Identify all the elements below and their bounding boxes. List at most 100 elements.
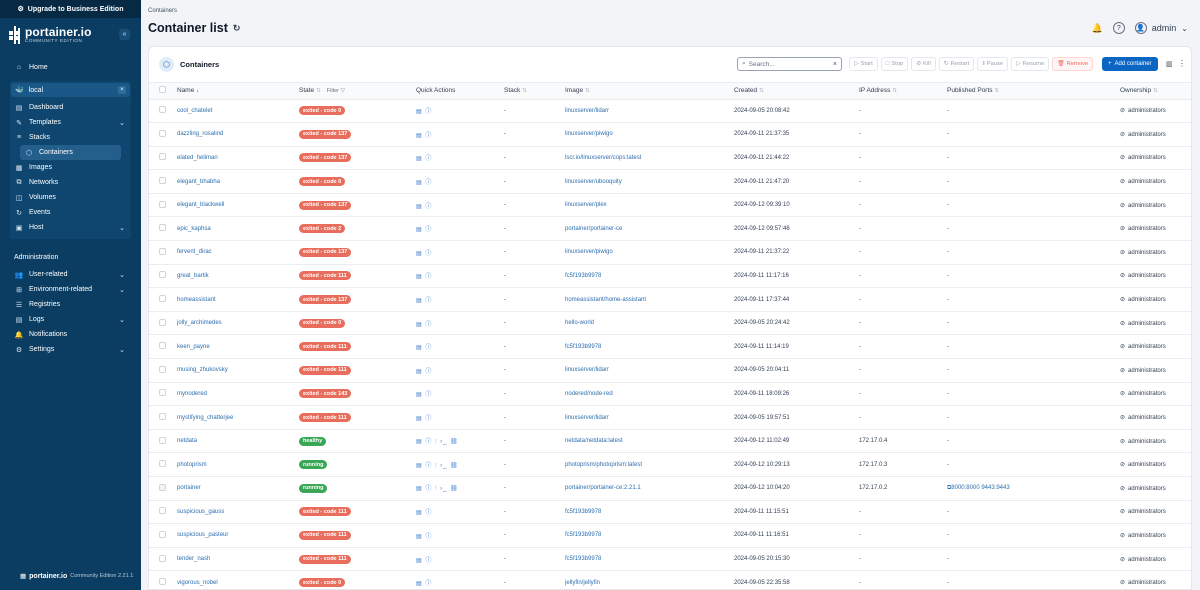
table-row[interactable]: musing_zhukovsky exited - code 111 ▤ ⓘ - lin… (149, 359, 1191, 383)
row-checkbox[interactable] (159, 177, 166, 185)
table-row[interactable]: vigorous_nobel exited - code 0 ▤ ⓘ - jellyfi… (149, 571, 1191, 589)
quick-actions-icons[interactable]: ▤ ⓘ (416, 510, 432, 516)
sidebar-item-networks[interactable]: ⧉ Networks (10, 175, 131, 190)
table-row[interactable]: portainer running ▤ ⓘ ⫶ ›_ ⛓ - portainer/por… (149, 477, 1191, 501)
row-checkbox[interactable] (159, 554, 166, 562)
quick-actions-icons[interactable]: ▤ ⓘ (416, 345, 432, 351)
column-header-name[interactable]: Name ↓ (177, 83, 299, 100)
sidebar-item-templates[interactable]: ✎ Templates ⌄ (10, 115, 131, 130)
table-row[interactable]: mystifying_chatterjee exited - code 111 ▤ … (149, 406, 1191, 430)
sidebar-item-stacks[interactable]: ≡ Stacks (10, 130, 131, 145)
refresh-icon[interactable]: ↻ (233, 23, 241, 34)
table-row[interactable]: keen_payne exited - code 111 ▤ ⓘ - fc5f193b9… (149, 335, 1191, 359)
start-button[interactable]: ▷ Start (849, 57, 878, 71)
collapse-sidebar-icon[interactable]: « (119, 29, 130, 40)
image-link[interactable]: linuxserver/piwigo (565, 131, 613, 137)
quick-actions-icons[interactable]: ▤ ⓘ (416, 322, 432, 328)
table-row[interactable]: tender_nash exited - code 111 ▤ ⓘ - fc5f193b… (149, 547, 1191, 571)
image-link[interactable]: portainer/portainer-ce (565, 226, 622, 232)
container-name-link[interactable]: cool_chatelet (177, 108, 212, 114)
sidebar-item-registries[interactable]: ☰ Registries (0, 297, 141, 312)
breadcrumb[interactable]: Containers (148, 8, 177, 14)
sidebar-item-events[interactable]: ↻ Events (10, 205, 131, 220)
image-link[interactable]: fc5f193b9978 (565, 273, 601, 279)
quick-actions-icons[interactable]: ▤ ⓘ (416, 109, 432, 115)
column-header-ip-address[interactable]: IP Address ⇅ (859, 83, 947, 100)
row-checkbox[interactable] (159, 106, 166, 114)
row-checkbox[interactable] (159, 530, 166, 538)
container-name-link[interactable]: portainer (177, 485, 201, 491)
row-checkbox[interactable] (159, 460, 166, 468)
container-name-link[interactable]: mystifying_chatterjee (177, 415, 233, 421)
image-link[interactable]: hello-world (565, 320, 594, 326)
sidebar-item-volumes[interactable]: ◫ Volumes (10, 190, 131, 205)
resume-button[interactable]: ▷ Resume (1011, 57, 1050, 71)
table-row[interactable]: suspicious_pasteur exited - code 111 ▤ ⓘ - f… (149, 524, 1191, 548)
container-name-link[interactable]: great_bartik (177, 273, 209, 279)
container-name-link[interactable]: elegant_bhabha (177, 179, 220, 185)
row-checkbox[interactable] (159, 295, 166, 303)
image-link[interactable]: jellyfin/jellyfin (565, 580, 600, 586)
container-name-link[interactable]: mynodered (177, 391, 207, 397)
upgrade-banner[interactable]: ⚙ Upgrade to Business Edition (0, 0, 141, 18)
table-row[interactable]: great_bartik exited - code 111 ▤ ⓘ - fc5f193… (149, 264, 1191, 288)
stop-button[interactable]: □ Stop (880, 57, 909, 71)
container-name-link[interactable]: homeassistant (177, 297, 216, 303)
table-row[interactable]: netdata healthy ▤ ⓘ ⫶ ›_ ⛓ - netdata/netdata… (149, 429, 1191, 453)
container-name-link[interactable]: suspicious_gauss (177, 509, 224, 515)
container-name-link[interactable]: musing_zhukovsky (177, 367, 228, 373)
table-row[interactable]: elegant_blackwell exited - code 137 ▤ ⓘ - li… (149, 193, 1191, 217)
sidebar-item-containers[interactable]: ⬡ Containers (20, 145, 121, 160)
sidebar-item-notifications[interactable]: 🔔 Notifications (0, 327, 141, 342)
image-link[interactable]: linuxserver/piwigo (565, 249, 613, 255)
quick-actions-icons[interactable]: ▤ ⓘ (416, 534, 432, 540)
image-link[interactable]: fc5f193b9978 (565, 344, 601, 350)
row-checkbox[interactable] (159, 389, 166, 397)
remove-button[interactable]: 🗑 Remove (1052, 57, 1094, 71)
logo[interactable]: portainer.io COMMUNITY EDITION « (0, 18, 141, 52)
sidebar-item-host[interactable]: ▣ Host ⌄ (10, 220, 131, 235)
table-row[interactable]: photoprism running ▤ ⓘ ⫶ ›_ ⛓ - photoprism/p… (149, 453, 1191, 477)
quick-actions-icons[interactable]: ▤ ⓘ (416, 416, 432, 422)
quick-actions-icons[interactable]: ▤ ⓘ (416, 227, 432, 233)
table-row[interactable]: mynodered exited - code 143 ▤ ⓘ - nodered/no… (149, 382, 1191, 406)
close-environment-icon[interactable]: × (118, 86, 126, 94)
environment-header[interactable]: 🐳 local × (11, 83, 130, 97)
image-link[interactable]: linuxserver/lidarr (565, 367, 609, 373)
image-link[interactable]: fc5f193b9978 (565, 532, 601, 538)
row-checkbox[interactable] (159, 318, 166, 326)
row-checkbox[interactable] (159, 365, 166, 373)
container-name-link[interactable]: elegant_blackwell (177, 202, 224, 208)
table-row[interactable]: fervent_dirac exited - code 137 ▤ ⓘ - linuxs… (149, 241, 1191, 265)
filter-button[interactable]: Filter ▽ (327, 88, 345, 94)
column-header-created[interactable]: Created ⇅ (734, 83, 859, 100)
quick-actions-icons[interactable]: ▤ ⓘ (416, 581, 432, 587)
image-link[interactable]: linuxserver/lidarr (565, 415, 609, 421)
quick-actions-icons[interactable]: ▤ ⓘ (416, 558, 432, 564)
table-row[interactable]: epic_kaphsa exited - code 2 ▤ ⓘ - portainer/… (149, 217, 1191, 241)
column-header-stack[interactable]: Stack ⇅ (504, 83, 565, 100)
quick-actions-icons[interactable]: ▤ ⓘ (416, 156, 432, 162)
image-link[interactable]: fc5f193b9978 (565, 556, 601, 562)
image-link[interactable]: fc5f193b9978 (565, 509, 601, 515)
image-link[interactable]: nodered/node-red (565, 391, 613, 397)
sidebar-item-settings[interactable]: ⚙ Settings ⌄ (0, 342, 141, 357)
image-link[interactable]: linuxserver/plex (565, 202, 607, 208)
table-row[interactable]: homeassistant exited - code 137 ▤ ⓘ - homeas… (149, 288, 1191, 312)
quick-actions-icons[interactable]: ▤ ⓘ (416, 133, 432, 139)
image-link[interactable]: portainer/portainer-ce:2.21.1 (565, 485, 641, 491)
row-checkbox[interactable] (159, 436, 166, 444)
table-row[interactable]: jolly_archimedes exited - code 0 ▤ ⓘ - hello… (149, 311, 1191, 335)
quick-actions-icons[interactable]: ▤ ⓘ (416, 392, 432, 398)
image-link[interactable]: netdata/netdata:latest (565, 438, 623, 444)
quick-actions-icons[interactable]: ▤ ⓘ (416, 369, 432, 375)
row-checkbox[interactable] (159, 578, 166, 586)
quick-actions-icons[interactable]: ▤ ⓘ ⫶ ›_ ⛓ (416, 486, 459, 492)
image-link[interactable]: linuxserver/lidarr (565, 108, 609, 114)
sidebar-item-logs[interactable]: ▤ Logs ⌄ (0, 312, 141, 327)
sidebar-item-images[interactable]: ▦ Images (10, 160, 131, 175)
image-link[interactable]: photoprism/photoprism:latest (565, 462, 642, 468)
row-checkbox[interactable] (159, 153, 166, 161)
column-header-image[interactable]: Image ⇅ (565, 83, 734, 100)
row-checkbox[interactable] (159, 200, 166, 208)
